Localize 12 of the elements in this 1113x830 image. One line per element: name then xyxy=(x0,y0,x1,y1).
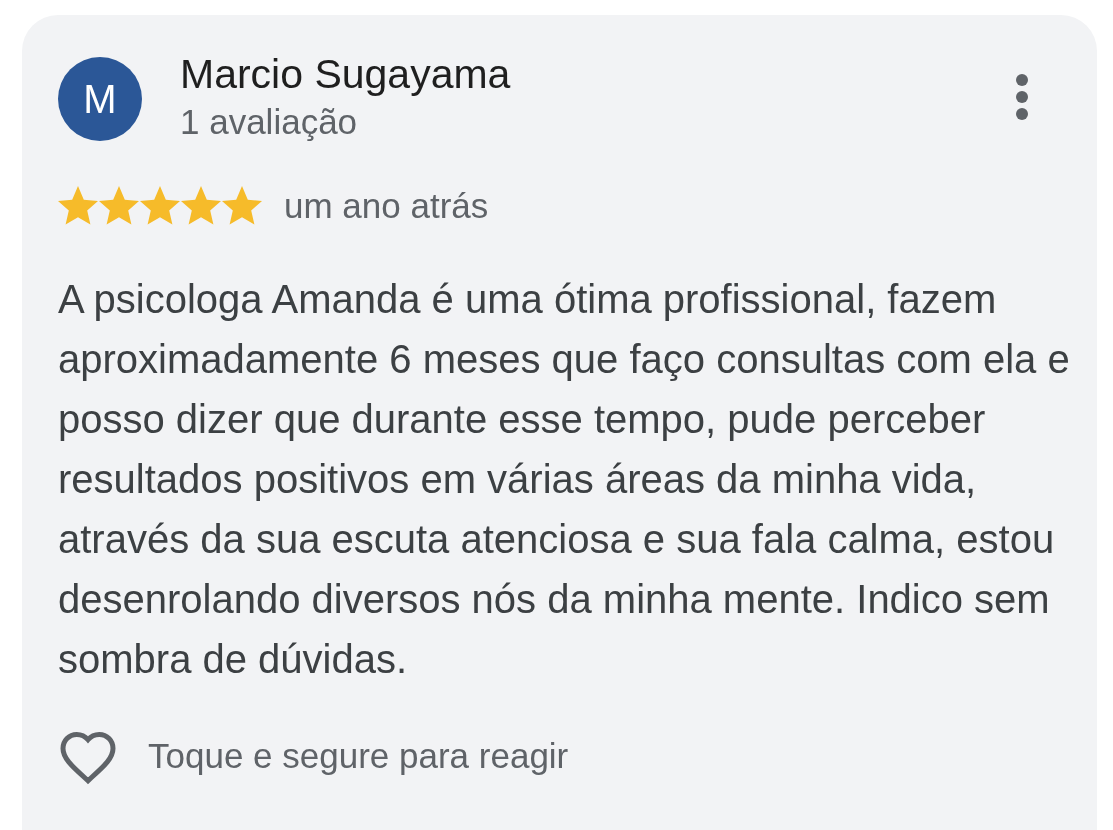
review-time: um ano atrás xyxy=(284,185,489,227)
author-name[interactable]: Marcio Sugayama xyxy=(180,52,511,96)
reaction-hint: Toque e segure para reagir xyxy=(148,735,569,778)
review-text: A psicologa Amanda é uma ótima profissional, fazem aproximadamente 6 meses que faço consultas com ela e posso dizer que durante esse tempo, pude perceber resultados positivos em várias áreas da minha vida, através da sua escuta atenciosa e sua fala calma, estou desenrolando diversos nós da minha mente. Indico sem sombra de dúvidas. xyxy=(58,275,1070,683)
star-icon xyxy=(222,186,262,227)
review-count: 1 avaliação xyxy=(180,102,358,142)
avatar[interactable]: M xyxy=(58,57,142,141)
star-icon xyxy=(58,186,98,227)
star-icon xyxy=(99,186,139,227)
star-icon xyxy=(181,186,221,227)
more-options-icon[interactable] xyxy=(1015,73,1029,121)
star-icon xyxy=(140,186,180,227)
